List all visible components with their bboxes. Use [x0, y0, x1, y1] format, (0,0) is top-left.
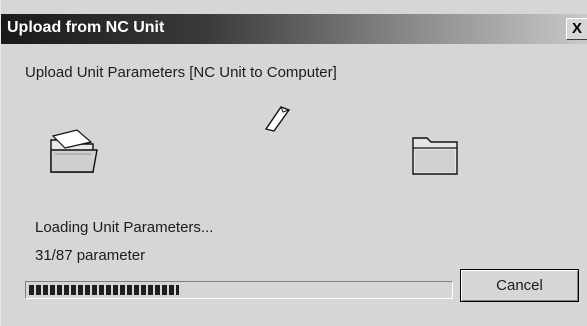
progress-fill: [29, 285, 179, 295]
open-folder-icon: [50, 129, 98, 173]
status-text: Loading Unit Parameters...: [35, 219, 214, 236]
closed-folder-icon: [412, 137, 458, 175]
dialog-heading: Upload Unit Parameters [NC Unit to Compu…: [25, 64, 337, 81]
close-button[interactable]: X: [566, 18, 587, 40]
parameter-count: 31/87 parameter: [35, 247, 146, 264]
flying-document-icon: [264, 106, 291, 132]
progress-bar: [25, 281, 453, 299]
upload-dialog: Upload from NC Unit X Upload Unit Parame…: [0, 0, 587, 326]
window-title: Upload from NC Unit: [7, 19, 165, 36]
title-bar[interactable]: Upload from NC Unit X: [1, 14, 587, 44]
cancel-button[interactable]: Cancel: [460, 269, 579, 302]
